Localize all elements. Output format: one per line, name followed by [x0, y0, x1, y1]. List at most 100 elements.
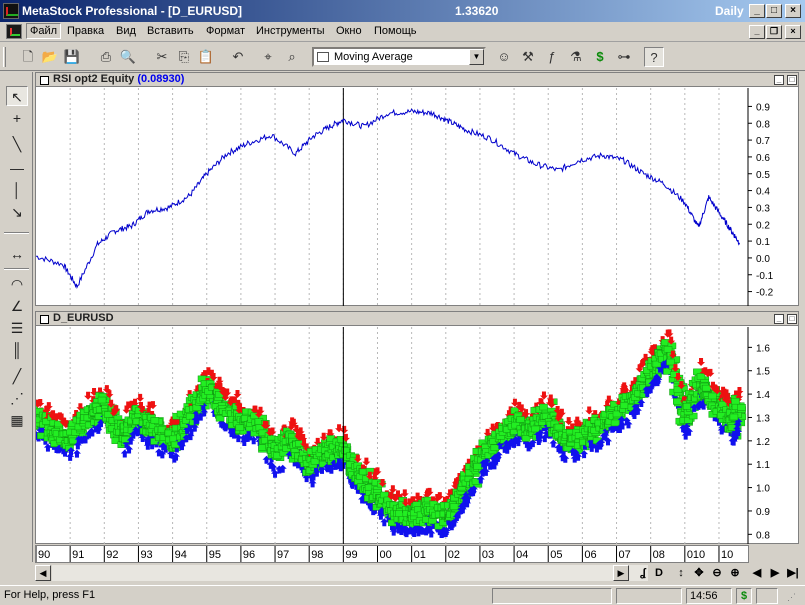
chevron-down-icon[interactable]: ▼: [469, 49, 484, 65]
crosshair-icon[interactable]: ⌖: [258, 47, 278, 67]
signal-label: [97, 396, 107, 404]
expert-advisor-icon[interactable]: ☺: [494, 47, 514, 67]
date-icon[interactable]: D: [651, 565, 667, 581]
menu-help[interactable]: Помощь: [374, 25, 417, 37]
resize-grip-icon[interactable]: ⋰: [787, 592, 799, 604]
binoculars-icon[interactable]: ⊶: [614, 47, 634, 67]
cut-icon[interactable]: ✂: [152, 47, 172, 67]
arrows-tool-icon[interactable]: ↔: [6, 244, 28, 264]
app-icon[interactable]: [3, 3, 19, 19]
gann-fan-tool-icon[interactable]: ⋰: [6, 388, 28, 408]
toolbar-grip[interactable]: [3, 47, 6, 67]
print-icon[interactable]: ⎙: [96, 47, 116, 67]
fit-icon[interactable]: ʆ: [635, 565, 651, 581]
menu-format[interactable]: Формат: [206, 25, 245, 37]
paste-icon[interactable]: 📋: [196, 47, 216, 67]
horizontal-scrollbar[interactable]: ◀ ▶ ʆ D ↕ ✥ ⊖ ⊕ ◀ ▶ ▶|: [35, 564, 799, 582]
y-axis-tick-label: -0.2: [756, 288, 774, 299]
copy-icon[interactable]: ⎘: [174, 47, 194, 67]
date-axis: 90 91 92 93 94 95 96 97 98 99 00 01 02 03 04 05 06 07 08 01…: [35, 545, 749, 563]
zoom-out-icon[interactable]: ⊖: [709, 565, 725, 581]
dollar-icon[interactable]: $: [590, 47, 610, 67]
y-axis-tick-label: 0.8: [756, 119, 770, 130]
menu-tools[interactable]: Инструменты: [256, 25, 325, 37]
grid-tool-icon[interactable]: ▦: [6, 410, 28, 430]
signal-label: [490, 444, 500, 452]
arcs-tool-icon[interactable]: ◠: [6, 274, 28, 294]
scroll-left-icon[interactable]: ◀: [35, 565, 51, 581]
pane-minimize-icon[interactable]: _: [774, 75, 784, 85]
zoom-icon[interactable]: ⌕: [282, 47, 302, 67]
help-pointer-icon[interactable]: ?: [644, 47, 664, 67]
pane-maximize-icon[interactable]: □: [787, 314, 797, 324]
status-dollar-icon: $: [736, 588, 752, 604]
minimize-button[interactable]: _: [749, 4, 765, 18]
pointer-tool-icon[interactable]: ↖: [6, 86, 28, 106]
scroll-track[interactable]: [52, 565, 648, 581]
signal-label: [473, 463, 482, 470]
pane-select-icon[interactable]: [40, 315, 49, 324]
sell-arrow: [84, 391, 93, 400]
fibonacci-tool-icon[interactable]: ☰: [6, 318, 28, 338]
menu-insert[interactable]: Вставить: [147, 25, 194, 37]
mdi-minimize-button[interactable]: _: [749, 25, 765, 39]
date-axis-svg: 90 91 92 93 94 95 96 97 98 99 00 01 02 03 04 05 06 07 08 01…: [35, 546, 733, 562]
mdi-close-button[interactable]: ×: [785, 25, 801, 39]
raff-channel-tool-icon[interactable]: ╱: [6, 366, 28, 386]
crosshair-tool-icon[interactable]: +: [6, 108, 28, 128]
signal-label: [449, 503, 459, 510]
indicator-select[interactable]: Moving Average ▼: [312, 47, 486, 67]
fan-lines-tool-icon[interactable]: ∠: [6, 296, 28, 316]
document-icon[interactable]: [6, 24, 22, 39]
save-icon[interactable]: 💾: [62, 47, 82, 67]
menu-view[interactable]: Вид: [116, 25, 136, 37]
cycle-lines-tool-icon[interactable]: ║: [6, 340, 28, 360]
pane-maximize-icon[interactable]: □: [787, 75, 797, 85]
menu-file[interactable]: Файл: [26, 23, 62, 39]
date-tick-label: 90: [38, 549, 50, 561]
horizontal-line-tool-icon[interactable]: —: [6, 158, 28, 178]
signal-label: [531, 425, 540, 433]
mdi-restore-button[interactable]: ❐: [766, 25, 782, 39]
menu-bar: Файл Правка Вид Вставить Формат Инструме…: [0, 22, 805, 42]
signal-markers: [36, 329, 747, 539]
text-tool-icon[interactable]: ↘: [6, 202, 28, 222]
signal-label: [192, 404, 202, 411]
zoom-in-icon[interactable]: ⊕: [727, 565, 743, 581]
indicator-builder-icon[interactable]: ƒ: [542, 47, 562, 67]
pan-icon[interactable]: ✥: [691, 565, 707, 581]
open-icon[interactable]: 📂: [40, 47, 60, 67]
signal-label: [682, 402, 692, 410]
equity-pane[interactable]: RSI opt2 Equity (0.08930) _ □ 0.9 0.8 0.7 0…: [35, 72, 799, 306]
system-tester-icon[interactable]: ⚒: [518, 47, 538, 67]
trendline-tool-icon[interactable]: ╲: [6, 134, 28, 154]
status-help-text: For Help, press F1: [4, 589, 96, 601]
y-axis-tick-label: 0.9: [756, 102, 770, 113]
vertical-move-icon[interactable]: ↕: [673, 565, 689, 581]
pane-minimize-icon[interactable]: _: [774, 314, 784, 324]
menu-window[interactable]: Окно: [336, 25, 362, 37]
y-axis-tick-label: 0.2: [756, 220, 770, 231]
print-preview-icon[interactable]: 🔍: [118, 47, 138, 67]
prev-icon[interactable]: ◀: [749, 565, 765, 581]
explorer-icon[interactable]: ⚗: [566, 47, 586, 67]
scroll-right-icon[interactable]: ▶: [613, 565, 629, 581]
new-icon[interactable]: 🗋: [18, 47, 38, 67]
menu-edit[interactable]: Правка: [67, 25, 104, 37]
next-icon[interactable]: ▶: [767, 565, 783, 581]
date-tick-label: 04: [516, 549, 528, 561]
undo-icon[interactable]: ↶: [228, 47, 248, 67]
vertical-line-tool-icon[interactable]: │: [6, 180, 28, 200]
close-button[interactable]: ×: [785, 4, 801, 18]
sell-arrow: [362, 457, 371, 466]
price-pane[interactable]: D_EURUSD _ □ 1.6 1.5 1.4 1.3 1.2 1.1 1.0 0.9 0.8: [35, 311, 799, 544]
pane-select-icon[interactable]: [40, 76, 49, 85]
date-tick-label: 91: [72, 549, 84, 561]
indicator-icon: [317, 52, 329, 62]
date-tick-label: 05: [550, 549, 562, 561]
metastock-window: MetaStock Professional - [D_EURUSD] 1.33…: [0, 0, 805, 605]
equity-value: (0.08930): [137, 73, 185, 85]
end-icon[interactable]: ▶|: [785, 565, 801, 581]
signal-label: [673, 398, 682, 405]
maximize-button[interactable]: □: [766, 4, 782, 18]
